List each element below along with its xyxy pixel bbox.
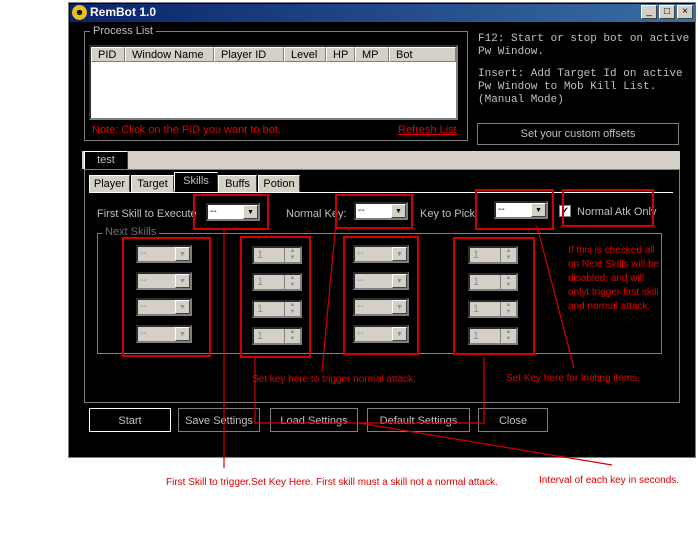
interval-connector-2 [359,357,485,424]
interval-note: Interval of each key in seconds. [539,475,680,486]
normal-key-note: Set key here to trigger normal attack. [252,374,416,385]
first-skill-note: First Skill to trigger.Set Key Here. Fir… [166,477,498,488]
checkbox-note-line-4: onlyt trigger first skill [568,287,659,298]
loot-key-note: Set Key here for looting items. [506,373,640,384]
checkbox-note-line-2: on Next Skills will be [568,259,660,270]
checkbox-note-line-1: If this is checked all [568,245,655,256]
checkbox-note-line-3: disabled, and will [568,273,645,284]
checkbox-note-line-5: and normal attack. [568,301,651,312]
normal-key-connector [321,220,337,373]
